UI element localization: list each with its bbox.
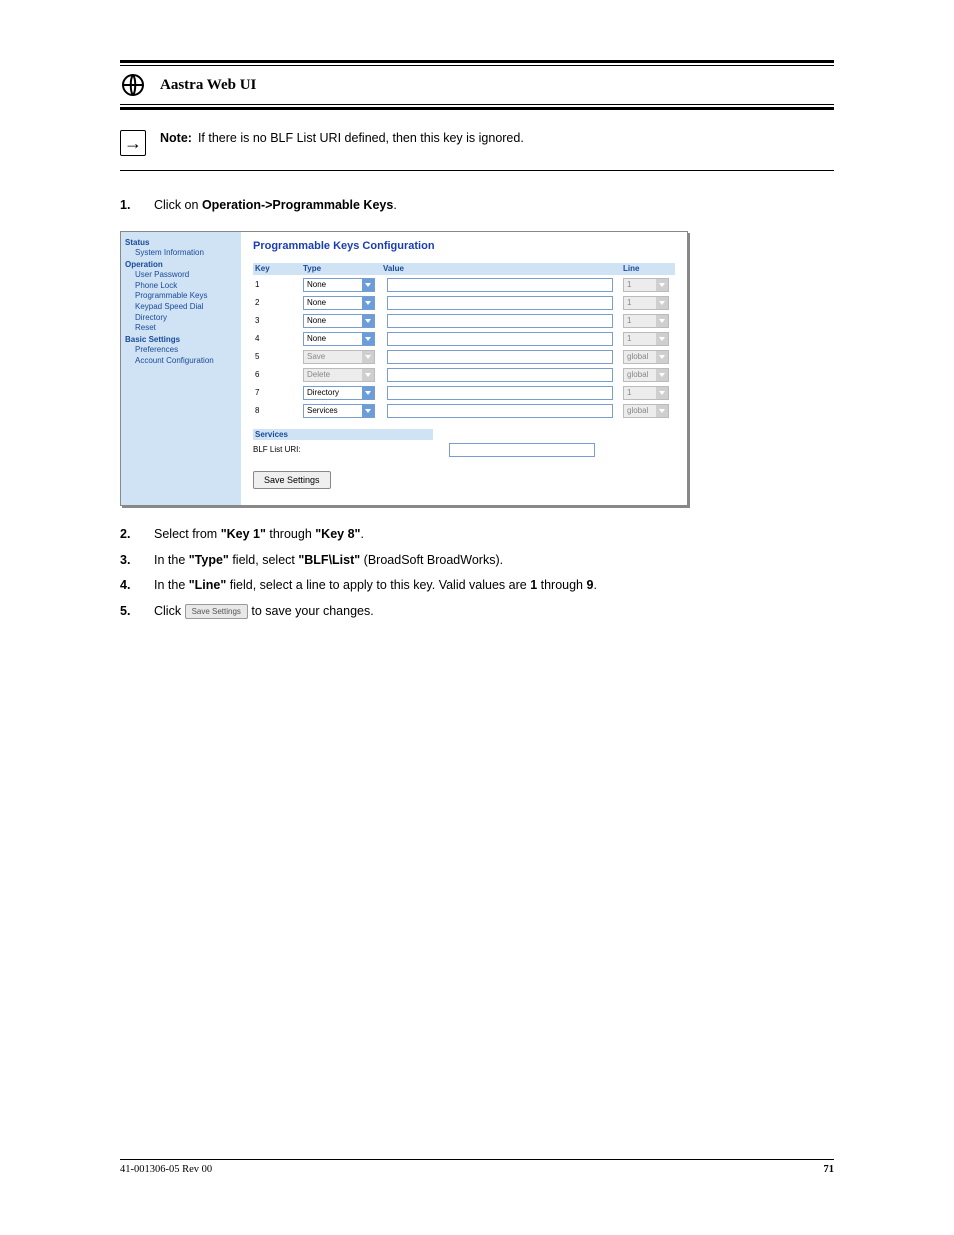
value-input[interactable] bbox=[387, 350, 613, 364]
table-row: 7Directory 1 bbox=[253, 385, 675, 401]
step-4: 4. In the "Line" field, select a line to… bbox=[120, 577, 834, 595]
type-select[interactable]: Services bbox=[303, 404, 375, 418]
type-select: Delete bbox=[303, 368, 375, 382]
key-cell: 6 bbox=[253, 370, 303, 380]
value-input[interactable] bbox=[387, 332, 613, 346]
services-header: Services bbox=[253, 429, 433, 441]
step-2: 2. Select from "Key 1" through "Key 8". bbox=[120, 526, 834, 544]
sidebar-item-phonelock[interactable]: Phone Lock bbox=[125, 281, 239, 291]
key-cell: 5 bbox=[253, 352, 303, 362]
value-input[interactable] bbox=[387, 368, 613, 382]
sidebar-item-userpw[interactable]: User Password bbox=[125, 270, 239, 280]
table-row: 6Delete global bbox=[253, 367, 675, 383]
type-select: Save bbox=[303, 350, 375, 364]
sidebar-item-acct[interactable]: Account Configuration bbox=[125, 356, 239, 366]
footer-left: 41-001306-05 Rev 00 bbox=[120, 1164, 212, 1175]
value-input[interactable] bbox=[387, 386, 613, 400]
step-1: 1. Click on Operation->Programmable Keys… bbox=[120, 197, 834, 215]
key-cell: 4 bbox=[253, 334, 303, 344]
value-input[interactable] bbox=[387, 278, 613, 292]
table-row: 3None 1 bbox=[253, 313, 675, 329]
type-select[interactable]: None bbox=[303, 332, 375, 346]
key-cell: 2 bbox=[253, 298, 303, 308]
sidebar-item-reset[interactable]: Reset bbox=[125, 323, 239, 333]
page-title: Programmable Keys Configuration bbox=[253, 240, 675, 253]
type-select[interactable]: Directory bbox=[303, 386, 375, 400]
inline-save-settings-button[interactable]: Save Settings bbox=[185, 604, 248, 619]
line-select: 1 bbox=[623, 296, 669, 310]
blf-label: BLF List URI: bbox=[253, 445, 449, 455]
sidebar-item-sysinfo[interactable]: System Information bbox=[125, 248, 239, 258]
table-row: 2None 1 bbox=[253, 295, 675, 311]
line-select: 1 bbox=[623, 332, 669, 346]
line-select: global bbox=[623, 368, 669, 382]
note-text: If there is no BLF List URI defined, the… bbox=[198, 131, 524, 145]
key-cell: 1 bbox=[253, 280, 303, 290]
step-5: 5. Click Save Settings to save your chan… bbox=[120, 603, 834, 621]
value-input[interactable] bbox=[387, 404, 613, 418]
table-header: Key Type Value Line bbox=[253, 263, 675, 275]
line-select: 1 bbox=[623, 386, 669, 400]
line-select: global bbox=[623, 350, 669, 364]
table-row: 5Save global bbox=[253, 349, 675, 365]
table-row: 4None 1 bbox=[253, 331, 675, 347]
footer-page: 71 bbox=[824, 1164, 835, 1175]
table-row: 1None1 bbox=[253, 277, 675, 293]
type-select[interactable]: None bbox=[303, 278, 375, 292]
type-select[interactable]: None bbox=[303, 314, 375, 328]
sidebar-item-keypad[interactable]: Keypad Speed Dial bbox=[125, 302, 239, 312]
table-row: 8Services global bbox=[253, 403, 675, 419]
key-cell: 8 bbox=[253, 406, 303, 416]
key-cell: 3 bbox=[253, 316, 303, 326]
sidebar-item-directory[interactable]: Directory bbox=[125, 313, 239, 323]
sidebar-item-progkeys[interactable]: Programmable Keys bbox=[125, 291, 239, 301]
value-input[interactable] bbox=[387, 296, 613, 310]
sidebar-item-prefs[interactable]: Preferences bbox=[125, 345, 239, 355]
line-select: 1 bbox=[623, 278, 669, 292]
sidebar-operation[interactable]: Operation bbox=[125, 260, 239, 270]
sidebar-basic[interactable]: Basic Settings bbox=[125, 335, 239, 345]
note-label: Note: bbox=[160, 131, 192, 145]
line-select: 1 bbox=[623, 314, 669, 328]
web-ui-label: Aastra Web UI bbox=[160, 77, 256, 94]
type-select[interactable]: None bbox=[303, 296, 375, 310]
step-3: 3. In the "Type" field, select "BLF\List… bbox=[120, 552, 834, 570]
sidebar-status[interactable]: Status bbox=[125, 238, 239, 248]
line-select: global bbox=[623, 404, 669, 418]
key-cell: 7 bbox=[253, 388, 303, 398]
arrow-right-icon: → bbox=[120, 130, 146, 156]
config-screenshot: Status System Information Operation User… bbox=[120, 231, 688, 507]
globe-icon bbox=[120, 72, 146, 98]
value-input[interactable] bbox=[387, 314, 613, 328]
sidebar: Status System Information Operation User… bbox=[121, 232, 241, 506]
blf-uri-input[interactable] bbox=[449, 443, 595, 457]
save-settings-button[interactable]: Save Settings bbox=[253, 471, 331, 489]
